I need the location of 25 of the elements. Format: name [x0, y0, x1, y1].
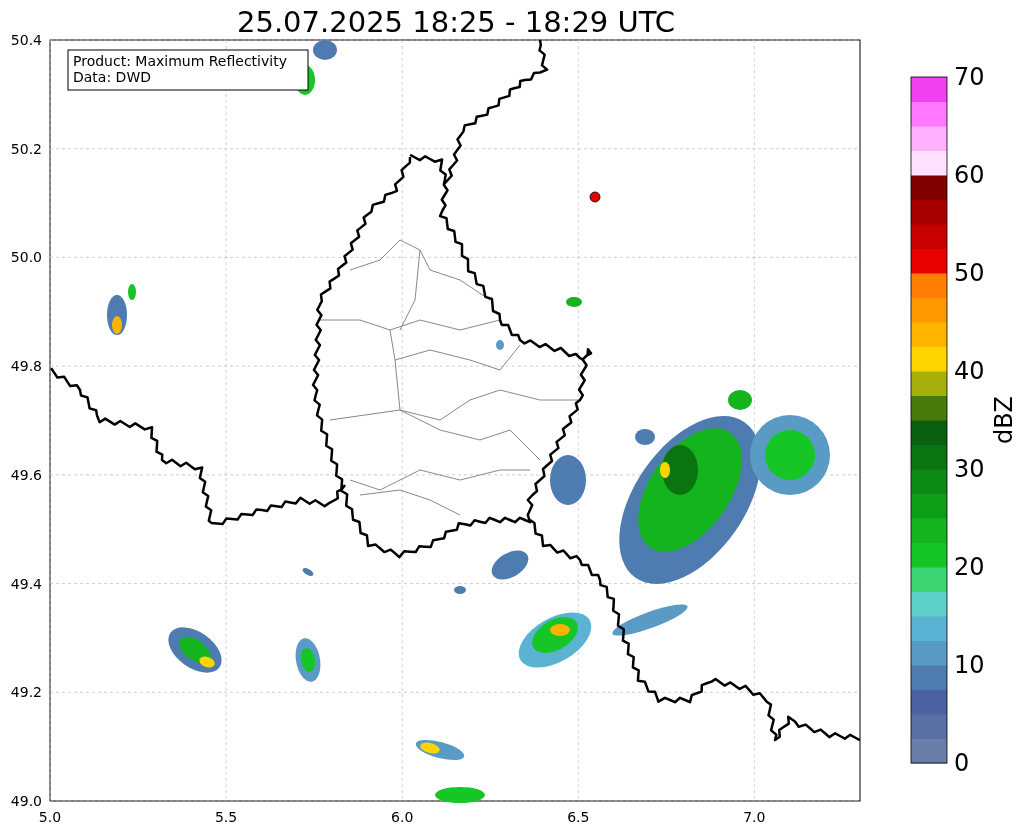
- colorbar-tick-label: 50: [954, 259, 985, 287]
- y-tick-label: 50.4: [10, 32, 42, 48]
- y-tick-label: 50.2: [10, 140, 42, 157]
- x-tick-label: 5.0: [38, 809, 62, 825]
- colorbar-tick-label: 70: [954, 63, 985, 91]
- colorbar-tick-label: 40: [954, 357, 985, 385]
- info-text: Product: Maximum Reflectivity: [73, 53, 287, 69]
- y-tick-label: 50.0: [10, 249, 42, 266]
- colorbar-tick-label: 0: [954, 749, 970, 777]
- colorbar-label: dBZ: [990, 395, 1018, 445]
- colorbar-tick-label: 20: [954, 553, 985, 581]
- x-tick-label: 5.5: [214, 809, 238, 825]
- y-tick-label: 49.0: [10, 793, 42, 809]
- x-tick-label: 7.0: [743, 809, 766, 825]
- info-text: Data: DWD: [73, 69, 151, 85]
- colorbar-tick-label: 10: [954, 651, 985, 679]
- colorbar-tick-label: 30: [954, 455, 985, 483]
- y-tick-label: 49.6: [10, 466, 42, 483]
- x-tick-label: 6.5: [567, 809, 590, 825]
- colorbar-tick-label: 60: [954, 161, 985, 189]
- chart-title: 25.07.2025 18:25 - 18:29 UTC: [237, 5, 675, 39]
- y-tick-label: 49.4: [10, 575, 42, 592]
- y-tick-label: 49.2: [10, 684, 42, 701]
- y-tick-label: 49.8: [10, 358, 42, 375]
- x-tick-label: 6.0: [391, 809, 414, 825]
